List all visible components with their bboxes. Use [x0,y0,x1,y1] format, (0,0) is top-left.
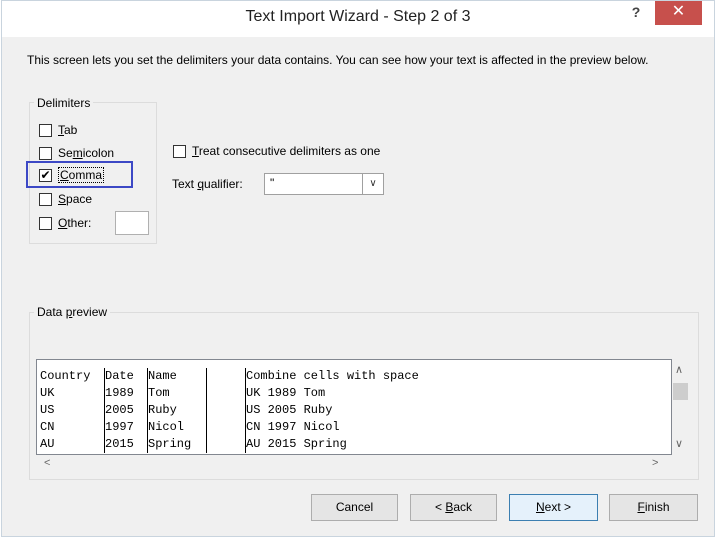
preview-cell [206,436,246,453]
preview-cell: Nicol [147,419,207,436]
preview-cell: UK [40,385,105,402]
preview-vertical-scrollbar[interactable]: ∧ ∨ [672,359,689,455]
consecutive-label: Treat consecutive delimiters as one [192,144,381,158]
preview-cell: 1997 [104,419,148,436]
preview-cell: Date [104,368,148,385]
preview-cell: Combine cells with space [246,369,419,383]
tab-label: Tab [58,123,78,137]
preview-cell: Country [40,368,105,385]
instructions-text: This screen lets you set the delimiters … [27,53,649,67]
semicolon-checkbox-row[interactable]: Semicolon [39,144,114,162]
text-import-wizard-dialog: Text Import Wizard - Step 2 of 3 ? ✕ Thi… [1,0,715,537]
preview-cell: 2005 [104,402,148,419]
dialog-title: Text Import Wizard - Step 2 of 3 [245,8,471,25]
other-label: Other: [58,216,92,230]
consecutive-checkbox-row[interactable]: Treat consecutive delimiters as one [173,142,380,160]
preview-cell [206,385,246,402]
space-label: Space [58,192,93,206]
space-checkbox-row[interactable]: Space [39,190,92,208]
preview-cell: US [40,402,105,419]
tab-checkbox[interactable] [39,123,52,137]
preview-row: US 2005 Ruby US 2005 Ruby [40,402,421,419]
chevron-down-icon[interactable]: ∨ [362,174,383,194]
preview-cell: UK 1989 Tom [246,386,326,400]
preview-horizontal-scrollbar[interactable]: < > [36,455,672,472]
text-qualifier-value: " [270,176,275,190]
preview-row: AU 2015 Spring AU 2015 Spring [40,436,421,453]
scroll-up-icon[interactable]: ∧ [675,363,683,376]
title-bar: Text Import Wizard - Step 2 of 3 ? ✕ [2,1,714,37]
preview-row: CN 1997 Nicol CN 1997 Nicol [40,419,421,436]
help-button[interactable]: ? [627,4,645,22]
preview-cell: 2015 [104,436,148,453]
preview-cell [206,419,246,436]
preview-cell: CN 1997 Nicol [246,420,340,434]
preview-cell: AU [40,436,105,453]
scroll-down-icon[interactable]: ∨ [675,437,683,450]
preview-cell [206,368,246,385]
semicolon-checkbox[interactable] [39,146,52,160]
cancel-button[interactable]: Cancel [311,494,398,521]
data-preview-group-label: Data preview [34,305,111,319]
tab-checkbox-row[interactable]: Tab [39,121,77,139]
preview-cell: 1989 [104,385,148,402]
semicolon-label: Semicolon [58,146,115,160]
delimiters-group-label: Delimiters [34,96,94,110]
other-delimiter-input[interactable] [115,211,149,235]
other-checkbox-row[interactable]: Other: [39,214,91,232]
comma-highlight-box [26,161,133,188]
other-checkbox[interactable] [39,216,52,230]
preview-cell [206,402,246,419]
preview-cell: Ruby [147,402,207,419]
preview-cell: AU 2015 Spring [246,437,347,451]
text-qualifier-select[interactable]: " ∨ [264,173,384,195]
data-preview-pane: Country Date Name Combine cells with space U… [36,359,672,455]
preview-cell: Spring [147,436,207,453]
vertical-scroll-thumb[interactable] [673,383,688,400]
next-button[interactable]: Next > [509,494,598,521]
space-checkbox[interactable] [39,192,52,206]
preview-cell: US 2005 Ruby [246,403,333,417]
preview-row: Country Date Name Combine cells with space [40,368,421,385]
finish-button[interactable]: Finish [609,494,698,521]
preview-cell: Name [147,368,207,385]
scroll-right-icon[interactable]: > [652,457,658,469]
scroll-left-icon[interactable]: < [44,457,50,469]
consecutive-checkbox[interactable] [173,144,186,158]
preview-cell: CN [40,419,105,436]
preview-row: UK 1989 Tom UK 1989 Tom [40,385,421,402]
text-qualifier-label: Text qualifier: [172,177,243,191]
close-button[interactable]: ✕ [655,1,702,25]
back-button[interactable]: < Back [410,494,497,521]
preview-cell: Tom [147,385,207,402]
data-preview-table: Country Date Name Combine cells with space U… [40,368,421,453]
